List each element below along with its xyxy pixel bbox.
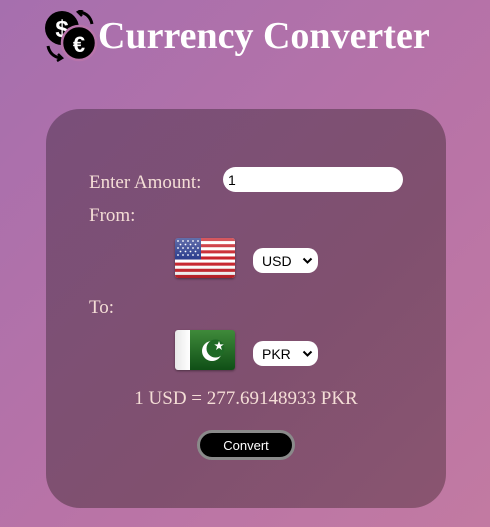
convert-button[interactable]: Convert <box>197 430 295 460</box>
to-label: To: <box>89 297 115 318</box>
from-label: From: <box>89 205 136 226</box>
pk-flag-icon <box>175 330 235 370</box>
chevron-down-icon <box>302 257 313 264</box>
amount-label: Enter Amount: <box>89 172 202 193</box>
amount-input[interactable] <box>223 167 403 192</box>
svg-text:€: € <box>73 32 85 57</box>
from-currency-value: USD <box>262 252 292 269</box>
to-currency-value: PKR <box>262 345 291 362</box>
app-header: $ € Currency Converter <box>44 8 430 64</box>
conversion-result: 1 USD = 277.69148933 PKR <box>134 388 358 409</box>
chevron-down-icon <box>302 350 313 357</box>
converter-card: Enter Amount: From: <box>46 109 446 508</box>
currency-exchange-icon: $ € <box>45 10 98 62</box>
us-flag-icon <box>175 238 235 278</box>
to-currency-select[interactable]: PKR <box>253 341 318 366</box>
from-currency-select[interactable]: USD <box>253 248 318 273</box>
page-title: Currency Converter <box>98 15 430 57</box>
